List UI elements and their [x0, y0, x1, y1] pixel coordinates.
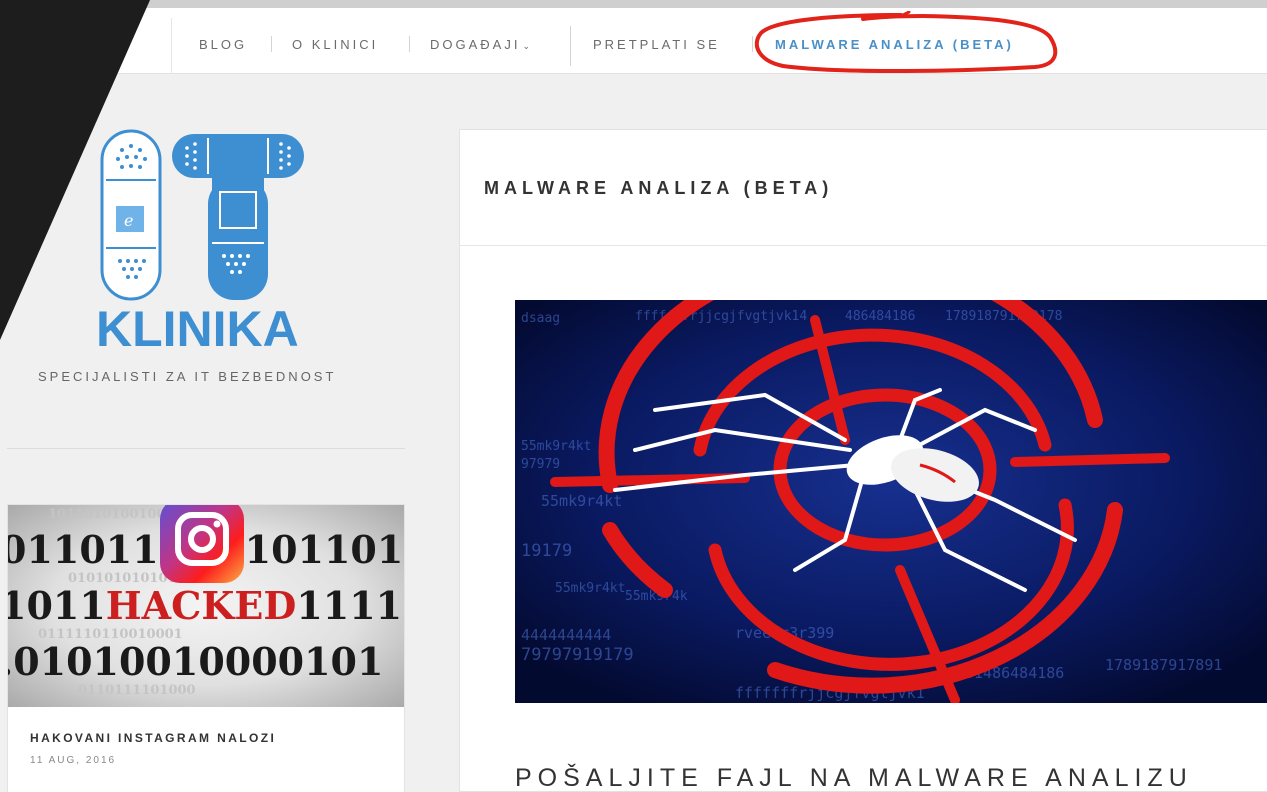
nav-divider — [409, 36, 410, 52]
binary-row: .01010010000101 — [8, 639, 384, 684]
target-spider-graphic: dsaag fffffffrjjcgjfvgtjvk14 486484186 1… — [515, 300, 1267, 703]
nav-item-dogadjaji[interactable]: DOGAĐAJI ⌄ — [430, 37, 530, 52]
chevron-down-icon: ⌄ — [522, 41, 531, 51]
binary-row: 0110111101000 — [78, 683, 196, 698]
nav-divider — [570, 26, 571, 66]
nav-item-dogadjaji-label: DOGAĐAJI — [430, 37, 521, 52]
hero-code-text: 1789187917891 — [1105, 656, 1222, 674]
nav-divider — [171, 18, 172, 74]
hero-code-text: 19179 — [521, 541, 572, 561]
top-navigation: A BLOG O KLINICI DOGAĐAJI ⌄ PRETPLATI SE … — [0, 8, 1267, 74]
nav-logo-text[interactable]: A — [112, 35, 125, 51]
hero-image: dsaag fffffffrjjcgjfvgtjvk14 486484186 1… — [515, 300, 1267, 703]
hero-code-text: 4444444444 — [521, 626, 611, 644]
browser-top-strip — [0, 0, 1267, 8]
hero-code-text: 55mk9r4kt — [521, 439, 591, 454]
binary-row: 1011HACKED1111( — [8, 583, 404, 628]
hero-code-text: 486484186 — [845, 309, 915, 324]
title-divider — [460, 245, 1267, 246]
logo-tagline: SPECIJALISTI ZA IT BEZBEDNOST — [38, 369, 337, 384]
nav-item-pretplati-se[interactable]: PRETPLATI SE — [593, 37, 720, 52]
hero-code-text: 97979 — [521, 457, 560, 472]
hero-code-text: 79797919179 — [521, 645, 634, 665]
hero-code-text: 55mk9r4kt — [541, 492, 622, 510]
nav-item-o-klinici[interactable]: O KLINICI — [292, 37, 378, 52]
nav-divider — [752, 36, 753, 52]
instagram-icon — [160, 505, 244, 583]
nav-item-blog[interactable]: BLOG — [199, 37, 247, 52]
svg-text:e: e — [124, 211, 133, 230]
hacked-word: HACKED — [105, 583, 297, 628]
logo-title: KLINIKA — [96, 301, 299, 357]
it-klinika-logo: e — [100, 129, 304, 301]
post-date: 11 AUG, 2016 — [30, 755, 117, 766]
hero-code-text: 55mk9r4kt — [555, 581, 625, 596]
post-thumbnail[interactable]: 10110101001001010 0110111011011 01010101… — [8, 505, 404, 707]
main-content-panel: MALWARE ANALIZA (BETA) dsaag fffffffrjjc… — [459, 129, 1267, 792]
recent-post-card[interactable]: 10110101001001010 0110111011011 01010101… — [7, 504, 405, 792]
sidebar-divider — [7, 448, 405, 449]
upload-section-heading: POŠALJITE FAJL NA MALWARE ANALIZU — [515, 764, 1193, 792]
page-title: MALWARE ANALIZA (BETA) — [484, 178, 834, 198]
post-title[interactable]: HAKOVANI INSTAGRAM NALOZI — [30, 731, 276, 745]
nav-item-malware-analiza[interactable]: MALWARE ANALIZA (BETA) — [775, 37, 1014, 52]
nav-divider — [271, 36, 272, 52]
hero-code-text: dsaag — [521, 311, 560, 326]
